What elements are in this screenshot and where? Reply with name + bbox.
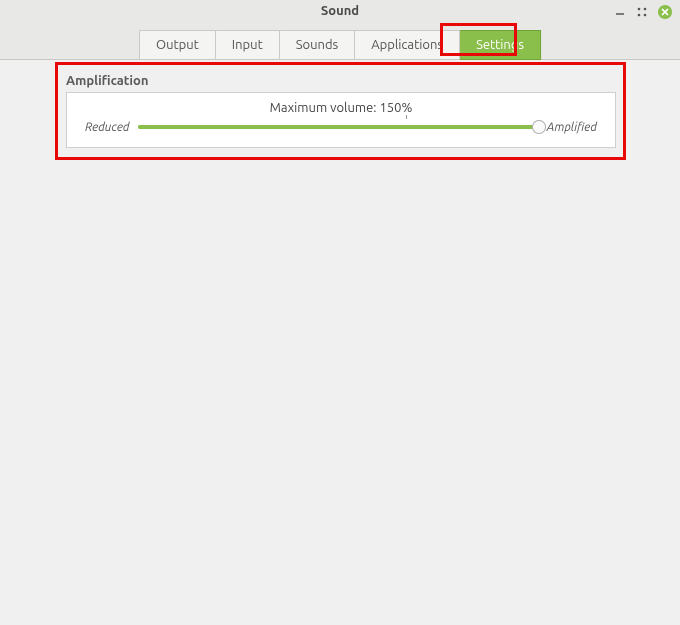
close-button[interactable] <box>658 5 672 19</box>
reduced-label: Reduced <box>85 121 130 134</box>
tab-output[interactable]: Output <box>139 30 216 60</box>
tab-settings[interactable]: Settings <box>460 30 541 60</box>
tab-sounds[interactable]: Sounds <box>280 30 356 60</box>
amplified-label: Amplified <box>547 121 597 134</box>
titlebar: Sound Output Input Sounds Applications S… <box>0 0 680 60</box>
maximize-button[interactable] <box>636 6 648 18</box>
slider-tick-100 <box>406 115 407 119</box>
max-volume-label: Maximum volume: 150% <box>85 101 597 115</box>
amplification-section: Amplification Maximum volume: 150% Reduc… <box>66 74 616 148</box>
window-title: Sound <box>0 0 680 18</box>
volume-slider-row: Reduced Amplified <box>85 119 597 135</box>
amplification-panel: Maximum volume: 150% Reduced Amplified <box>66 92 616 148</box>
tab-applications[interactable]: Applications <box>355 30 460 60</box>
section-title: Amplification <box>66 74 616 88</box>
window-controls <box>614 5 672 19</box>
slider-track-fill <box>138 125 539 129</box>
minimize-button[interactable] <box>614 6 626 18</box>
tab-bar: Output Input Sounds Applications Setting… <box>139 30 541 60</box>
content-area: Amplification Maximum volume: 150% Reduc… <box>0 60 680 68</box>
slider-thumb[interactable] <box>532 120 546 134</box>
max-volume-slider[interactable] <box>138 119 539 135</box>
tab-input[interactable]: Input <box>216 30 280 60</box>
